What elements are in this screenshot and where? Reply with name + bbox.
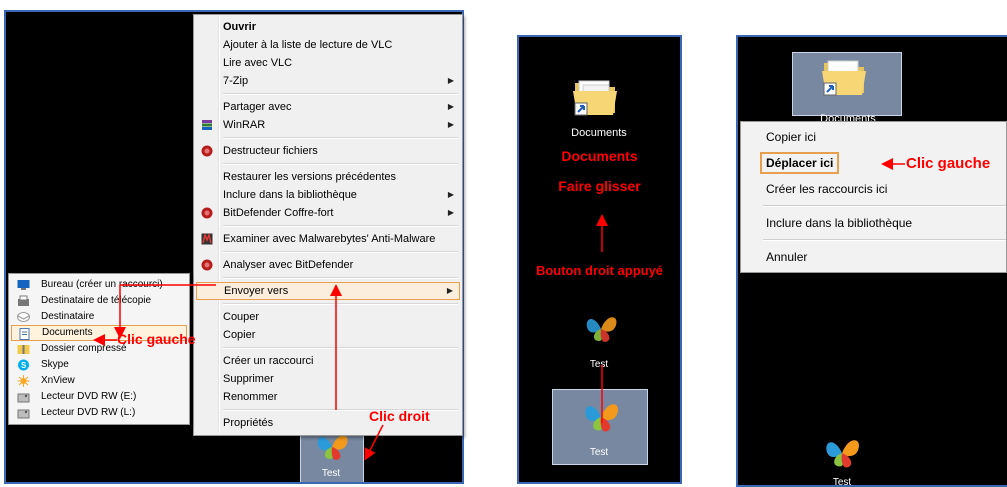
drag-menu-item-label: Copier ici bbox=[766, 130, 817, 144]
test-icon-label: Test bbox=[832, 477, 852, 487]
drag-menu-item[interactable]: Annuler bbox=[741, 244, 1006, 270]
desktop-panel-2: Documents Documents Faire glisser Bouton… bbox=[517, 35, 682, 484]
menu-separator bbox=[763, 239, 1006, 241]
menu-separator bbox=[763, 205, 1006, 207]
drag-menu-item[interactable]: Inclure dans la bibliothèque bbox=[741, 210, 1006, 236]
drag-menu-item-label: Créer les raccourcis ici bbox=[766, 182, 888, 196]
drag-menu-item-label: Inclure dans la bibliothèque bbox=[766, 216, 913, 230]
drag-menu-item-label: Déplacer ici bbox=[766, 156, 834, 170]
drag-menu-item[interactable]: Copier ici bbox=[741, 124, 1006, 150]
drag-line bbox=[601, 365, 603, 423]
drag-menu-item-highlight: Déplacer ici bbox=[760, 152, 840, 174]
annotation-arrows-1 bbox=[93, 284, 384, 461]
documents-folder-icon[interactable] bbox=[820, 53, 868, 97]
annotation-arrow-3 bbox=[881, 158, 905, 170]
drag-menu-item-label: Annuler bbox=[766, 250, 808, 264]
msn-butterfly-icon[interactable] bbox=[820, 429, 864, 473]
drag-drop-menu: Copier ici Déplacer ici Créer les raccourc… bbox=[740, 121, 1007, 273]
